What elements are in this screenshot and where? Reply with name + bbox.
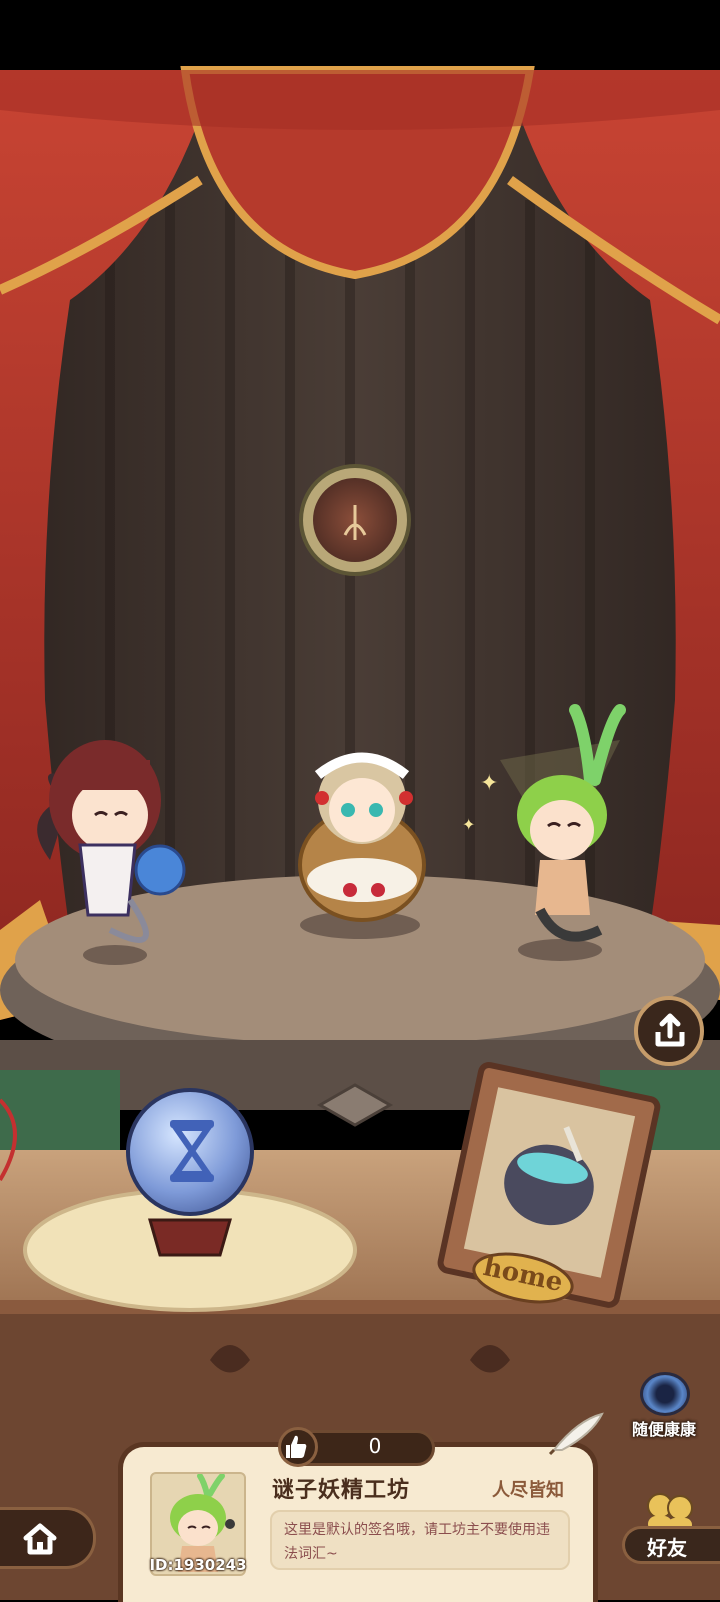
- svg-text:✦: ✦: [480, 771, 498, 796]
- random-visit-label: 随便康康: [631, 1420, 696, 1439]
- quill-icon: [548, 1410, 608, 1456]
- home-button[interactable]: [0, 1507, 96, 1569]
- hourglass-icon: [168, 1118, 216, 1184]
- house-icon: [22, 1522, 58, 1556]
- thumbs-up-icon: [278, 1427, 318, 1467]
- svg-text:✦: ✦: [462, 815, 475, 834]
- portal-icon: [640, 1372, 690, 1416]
- crystal-ball-button[interactable]: [126, 1088, 254, 1216]
- friends-button[interactable]: 好友: [622, 1488, 720, 1568]
- share-button[interactable]: [634, 996, 704, 1066]
- workshop-signature: 这里是默认的签名哦，请工坊主不要使用违法词汇~: [270, 1510, 570, 1570]
- share-icon: [652, 1012, 688, 1048]
- workshop-title-badge: 人尽皆知: [492, 1480, 564, 1501]
- friends-label: 好友: [647, 1536, 687, 1560]
- like-count: 0: [368, 1434, 382, 1458]
- stage-medallion: [299, 464, 411, 576]
- stage-scene: ✦ ✦: [0, 0, 720, 1600]
- random-visit-button[interactable]: 随便康康: [626, 1372, 720, 1442]
- owner-id: ID:1930243: [149, 1556, 247, 1574]
- workshop-name: 谜子妖精工坊: [272, 1478, 411, 1503]
